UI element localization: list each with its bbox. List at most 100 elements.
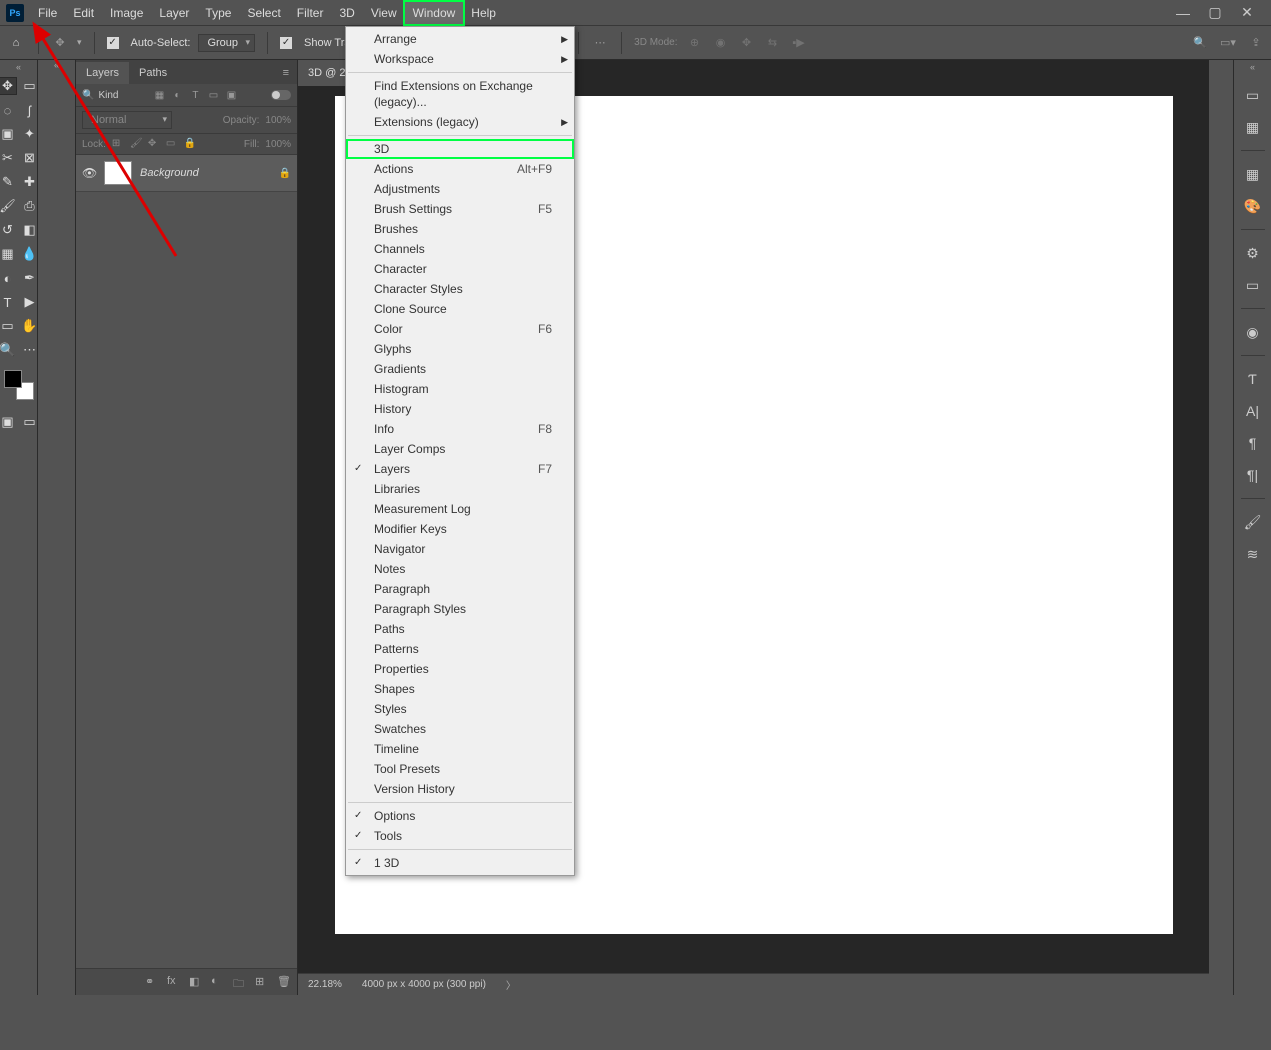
pen-tool[interactable]: ✒ [22,270,38,286]
layer-mask-icon[interactable]: ◧ [189,975,203,989]
3d-orbit-icon[interactable]: ⊕ [686,34,704,52]
dodge-tool[interactable]: ◐ [0,270,16,286]
filter-smart-icon[interactable]: ▣ [224,88,238,102]
eraser-tool[interactable]: ◧ [22,222,38,238]
filter-pixel-icon[interactable]: ▦ [152,88,166,102]
menu-item-arrange[interactable]: Arrange▶ [346,29,574,49]
edit-toolbar[interactable]: ⋯ [22,342,38,358]
3d-panel-icon[interactable]: ◉ [1243,323,1263,341]
adjustments-panel-icon[interactable]: ⚙ [1243,244,1263,262]
menu-item-workspace[interactable]: Workspace▶ [346,49,574,69]
layer-row-background[interactable]: 👁 Background 🔒 [76,155,297,192]
status-expand-icon[interactable]: 〉 [506,977,516,992]
menu-item-styles[interactable]: Styles [346,699,574,719]
hand-tool[interactable]: ✋ [22,318,38,334]
gradient-tool[interactable]: ▦ [0,246,16,262]
blur-tool[interactable]: 💧 [22,246,38,262]
move-tool-icon[interactable]: ✥ [51,34,69,52]
menu-help[interactable]: Help [463,2,504,24]
collapse-right-icon[interactable]: « [1250,62,1255,72]
lock-move-icon[interactable]: ✥ [148,138,160,150]
menu-item-modifier-keys[interactable]: Modifier Keys [346,519,574,539]
menu-item-clone-source[interactable]: Clone Source [346,299,574,319]
lock-position-icon[interactable]: 🖌 [130,138,142,150]
workspace-switch-icon[interactable]: ▭▾ [1219,34,1237,52]
menu-layer[interactable]: Layer [151,2,197,24]
menu-item-layer-comps[interactable]: Layer Comps [346,439,574,459]
menu-item-adjustments[interactable]: Adjustments [346,179,574,199]
menu-select[interactable]: Select [239,2,288,24]
menu-item-libraries[interactable]: Libraries [346,479,574,499]
object-select-tool[interactable]: ▣ [0,126,16,142]
menu-item-info[interactable]: InfoF8 [346,419,574,439]
3d-pan-icon[interactable]: ✥ [738,34,756,52]
menu-file[interactable]: File [30,2,65,24]
menu-item-paths[interactable]: Paths [346,619,574,639]
rectangle-tool[interactable]: ▭ [0,318,16,334]
menu-item-1-3d[interactable]: ✓1 3D [346,853,574,873]
collapse-toggle-icon[interactable]: « [16,62,21,72]
libraries-panel-icon[interactable]: ▭ [1243,276,1263,294]
window-minimize-icon[interactable]: — [1175,5,1191,21]
menu-item-options[interactable]: ✓Options [346,806,574,826]
auto-select-dropdown[interactable]: Group [198,34,255,52]
menu-item-find-extensions-on-exchange-legacy-[interactable]: Find Extensions on Exchange (legacy)... [346,76,574,112]
menu-item-version-history[interactable]: Version History [346,779,574,799]
adjustment-layer-icon[interactable]: ◐ [211,975,225,989]
menu-item-histogram[interactable]: Histogram [346,379,574,399]
auto-select-checkbox[interactable]: ✓ [107,37,119,49]
crop-tool[interactable]: ✂ [0,150,16,166]
menu-item-paragraph[interactable]: Paragraph [346,579,574,599]
panel-menu-icon[interactable]: ≡ [275,62,297,84]
menu-filter[interactable]: Filter [289,2,332,24]
share-icon[interactable]: ⇪ [1247,34,1265,52]
blend-mode-dropdown[interactable]: Normal [82,111,172,129]
menu-item-history[interactable]: History [346,399,574,419]
eyedropper-tool[interactable]: ✎ [0,174,16,190]
paragraph-styles-icon[interactable]: ¶| [1243,466,1263,484]
menu-image[interactable]: Image [102,2,151,24]
lock-all-icon[interactable]: 🔒 [184,138,196,150]
group-layers-icon[interactable]: 🗀 [233,975,247,989]
gradients-panel-icon[interactable]: ▦ [1243,165,1263,183]
brush-tool[interactable]: 🖌 [0,198,16,214]
brush-settings-icon[interactable]: 🖌 [1243,513,1263,531]
menu-item-glyphs[interactable]: Glyphs [346,339,574,359]
menu-item-paragraph-styles[interactable]: Paragraph Styles [346,599,574,619]
menu-item-brush-settings[interactable]: Brush SettingsF5 [346,199,574,219]
menu-edit[interactable]: Edit [65,2,102,24]
marquee-tool[interactable]: ◌ [0,102,16,118]
lock-icon[interactable]: 🔒 [279,168,291,179]
visibility-icon[interactable]: 👁 [82,166,96,180]
magic-wand-tool[interactable]: ✦ [22,126,38,142]
healing-brush-tool[interactable]: ✚ [22,174,38,190]
color-swatches[interactable] [4,370,34,400]
home-icon[interactable]: ⌂ [6,33,26,53]
menu-item-channels[interactable]: Channels [346,239,574,259]
menu-item-navigator[interactable]: Navigator [346,539,574,559]
layer-style-icon[interactable]: fx [167,975,181,989]
tab-paths[interactable]: Paths [129,62,177,84]
menu-item-properties[interactable]: Properties [346,659,574,679]
filter-adjust-icon[interactable]: ◐ [170,88,184,102]
lock-artboard-icon[interactable]: ▭ [166,138,178,150]
layer-name[interactable]: Background [140,167,271,179]
patterns-panel-icon[interactable]: 🎨 [1243,197,1263,215]
screen-mode-icon[interactable]: ▭ [22,414,38,430]
character-panel-icon[interactable]: A| [1243,402,1263,420]
more-options-icon[interactable]: ⋯ [591,34,609,52]
tab-layers[interactable]: Layers [76,62,129,84]
menu-item-character[interactable]: Character [346,259,574,279]
artboard-tool[interactable]: ▭ [22,78,38,94]
menu-item-tools[interactable]: ✓Tools [346,826,574,846]
lasso-tool[interactable]: ʃ [22,102,38,118]
type-tool[interactable]: T [0,294,16,310]
menu-item-patterns[interactable]: Patterns [346,639,574,659]
menu-item-extensions-legacy-[interactable]: Extensions (legacy)▶ [346,112,574,132]
filter-kind-input[interactable] [98,90,148,101]
quick-mask-icon[interactable]: ▣ [0,414,16,430]
menu-item-character-styles[interactable]: Character Styles [346,279,574,299]
foreground-color-swatch[interactable] [4,370,22,388]
collapse-panel-icon[interactable]: « [38,60,75,70]
menu-item-color[interactable]: ColorF6 [346,319,574,339]
